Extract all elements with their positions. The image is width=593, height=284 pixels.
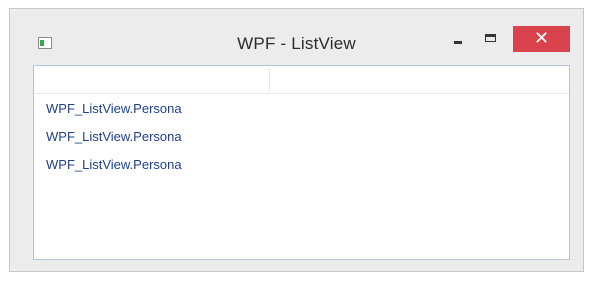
desktop-background: WPF - ListView ✕ WPF_ListView.Persona WP… — [0, 0, 593, 284]
column-header-1[interactable] — [34, 66, 269, 93]
maximize-icon — [485, 34, 496, 42]
listview-items: WPF_ListView.Persona WPF_ListView.Person… — [46, 100, 446, 184]
close-icon: ✕ — [533, 28, 550, 48]
listview[interactable]: WPF_ListView.Persona WPF_ListView.Person… — [33, 65, 570, 260]
maximize-button[interactable] — [480, 26, 504, 52]
wpf-window: WPF - ListView ✕ WPF_ListView.Persona WP… — [9, 8, 584, 272]
minimize-button[interactable] — [447, 26, 471, 52]
list-item[interactable]: WPF_ListView.Persona — [46, 128, 446, 156]
minimize-icon — [454, 41, 462, 44]
list-item[interactable]: WPF_ListView.Persona — [46, 156, 446, 184]
title-bar[interactable]: WPF - ListView ✕ — [10, 9, 583, 65]
close-button[interactable]: ✕ — [513, 26, 570, 52]
listview-header — [34, 66, 569, 94]
list-item[interactable]: WPF_ListView.Persona — [46, 100, 446, 128]
column-header-2[interactable] — [270, 66, 570, 93]
